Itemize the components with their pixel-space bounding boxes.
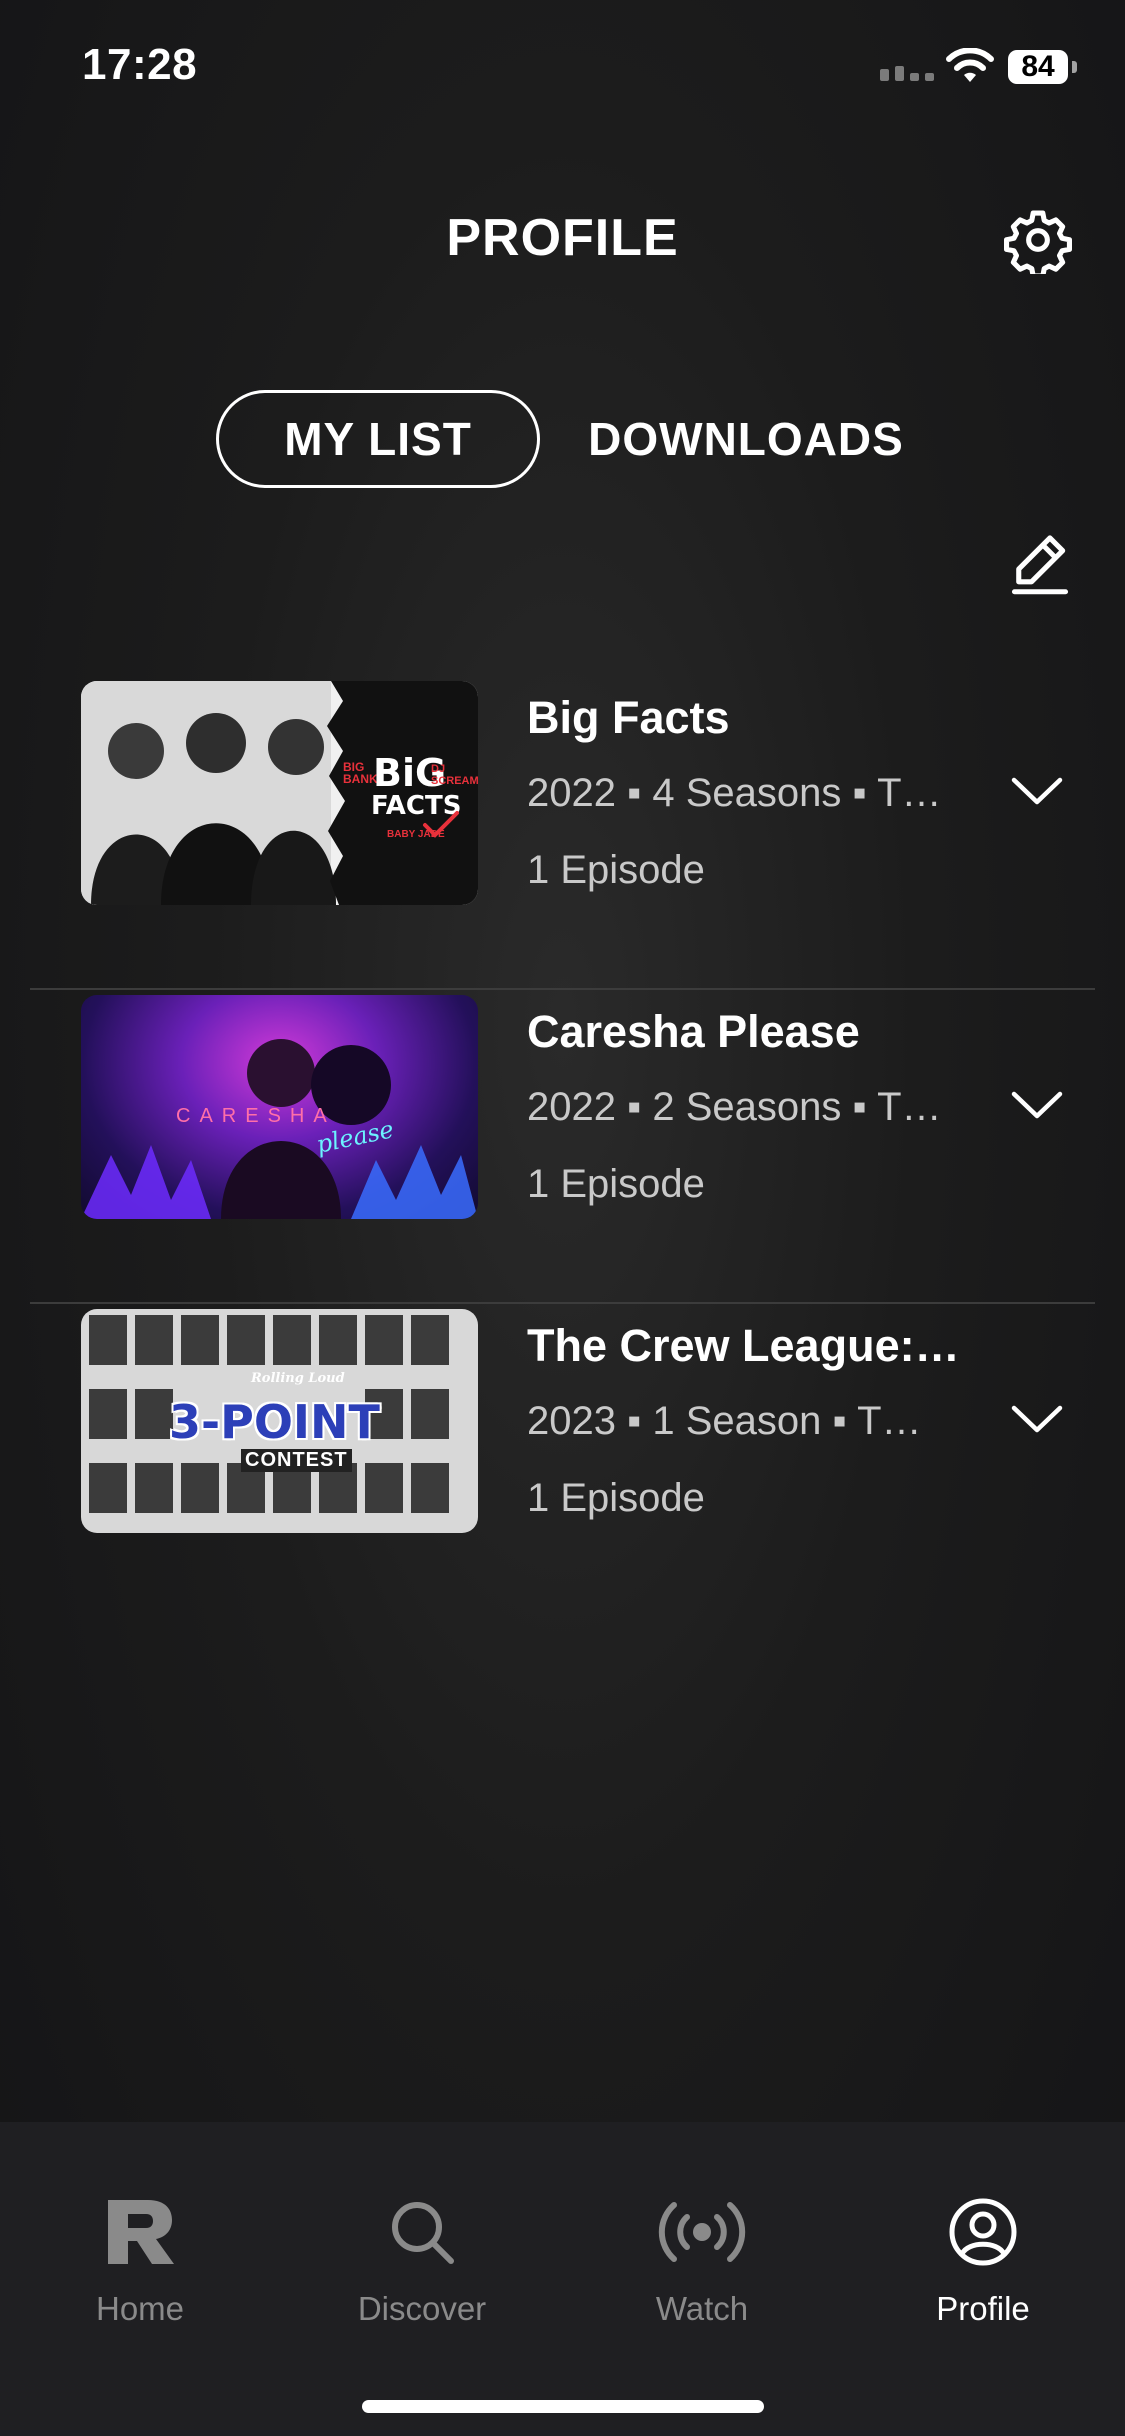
item-meta: 2023 ▪ 1 Season ▪ T… xyxy=(527,1399,922,1443)
item-title: Caresha Please xyxy=(527,1006,860,1057)
cellular-signal-icon xyxy=(880,66,934,81)
item-meta: 2022 ▪ 4 Seasons ▪ T… xyxy=(527,771,942,815)
chevron-down-icon[interactable] xyxy=(1008,1084,1066,1124)
nav-watch-label: Watch xyxy=(655,2290,749,2327)
item-title: Big Facts xyxy=(527,692,730,743)
chevron-down-icon[interactable] xyxy=(1008,1398,1066,1438)
tab-downloads[interactable]: DOWNLOADS xyxy=(570,390,922,488)
item-episode-count: 1 Episode xyxy=(527,1162,705,1206)
wifi-icon xyxy=(946,48,994,82)
thumb-text-small-right: DJ SCREAM xyxy=(431,763,478,787)
nav-home[interactable]: Home xyxy=(40,2192,240,2328)
thumb-text-contest: CONTEST xyxy=(241,1449,352,1472)
nav-discover-label: Discover xyxy=(357,2290,487,2327)
thumb-text-caresha: CARESHA xyxy=(176,1105,336,1127)
user-circle-icon xyxy=(949,2198,1017,2266)
list-item-big-facts[interactable]: BIG BANK BiG FACTS DJ SCREAM BABY JADE B… xyxy=(0,676,1125,990)
search-icon xyxy=(392,2202,454,2264)
my-list: BIG BANK BiG FACTS DJ SCREAM BABY JADE B… xyxy=(0,676,1125,1618)
nav-profile[interactable]: Profile xyxy=(883,2192,1083,2328)
home-indicator[interactable] xyxy=(362,2400,764,2413)
battery-tip xyxy=(1072,61,1077,73)
nav-profile-label: Profile xyxy=(936,2290,1030,2327)
thumbnail-crew-league[interactable]: Rolling Loud 3-POINT CONTEST xyxy=(81,1309,478,1533)
nav-home-label: Home xyxy=(95,2290,185,2327)
list-item-caresha-please[interactable]: CARESHA please Caresha Please 2022 ▪ 2 S… xyxy=(0,990,1125,1304)
list-item-crew-league[interactable]: Rolling Loud 3-POINT CONTEST The Crew Le… xyxy=(0,1304,1125,1618)
thumb-text-rolling-loud: Rolling Loud xyxy=(251,1371,345,1386)
thumbnail-big-facts[interactable]: BIG BANK BiG FACTS DJ SCREAM BABY JADE xyxy=(81,681,478,905)
status-bar: 17:28 84 xyxy=(0,0,1125,140)
item-meta: 2022 ▪ 2 Seasons ▪ T… xyxy=(527,1085,942,1129)
thumb-text-small-left: BIG BANK xyxy=(343,760,378,786)
page-title: PROFILE xyxy=(446,209,679,267)
r-logo-icon xyxy=(108,2200,174,2264)
item-episode-count: 1 Episode xyxy=(527,848,705,892)
bottom-nav: Home Discover Watch Profile xyxy=(0,2122,1125,2436)
item-title: The Crew League:… xyxy=(527,1320,960,1371)
nav-discover[interactable]: Discover xyxy=(322,2192,522,2328)
broadcast-icon xyxy=(658,2202,746,2262)
thumbnail-caresha-please[interactable]: CARESHA please xyxy=(81,995,478,1219)
checkmark-icon xyxy=(423,811,459,838)
chevron-down-icon[interactable] xyxy=(1008,770,1066,810)
settings-gear-icon[interactable] xyxy=(1004,206,1072,274)
battery-icon: 84 xyxy=(1008,50,1068,84)
nav-watch[interactable]: Watch xyxy=(602,2192,802,2328)
status-time: 17:28 xyxy=(82,40,198,89)
thumb-text-3-point: 3-POINT xyxy=(169,1395,380,1449)
item-episode-count: 1 Episode xyxy=(527,1476,705,1520)
edit-pencil-icon[interactable] xyxy=(1006,528,1074,596)
tab-my-list[interactable]: MY LIST xyxy=(216,390,540,488)
